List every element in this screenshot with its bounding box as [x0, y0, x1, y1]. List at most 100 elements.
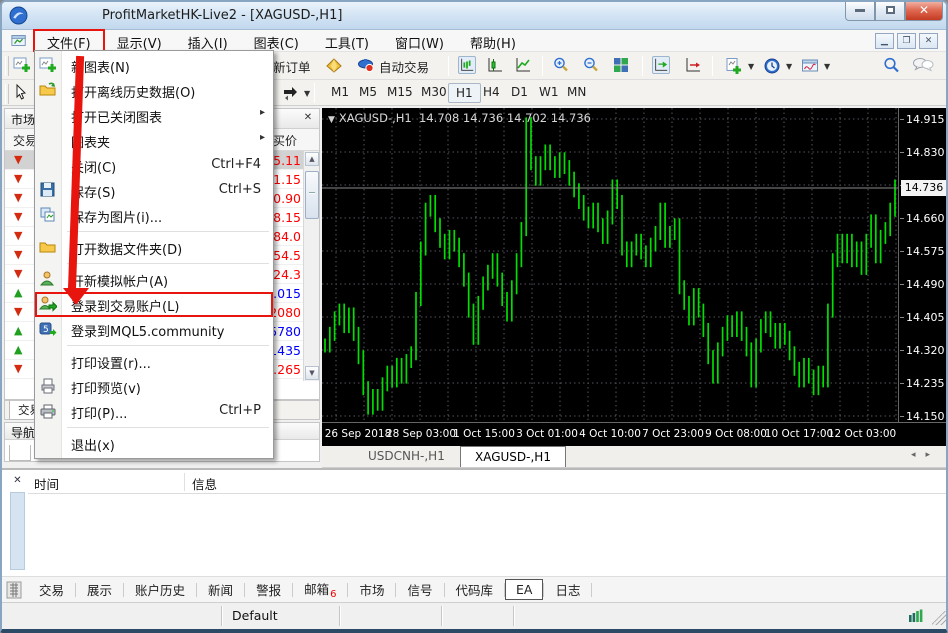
menu-item-4[interactable]: 图表(C): [241, 30, 312, 52]
market-watch-close-icon[interactable]: ✕: [301, 111, 315, 125]
zoom-in-icon[interactable]: [552, 56, 570, 74]
open-offline-icon: [39, 81, 57, 99]
close-button[interactable]: ✕: [905, 2, 943, 21]
mail-badge: 6: [330, 589, 336, 600]
save-picture-icon: [39, 206, 57, 224]
gold-nugget-icon[interactable]: [324, 56, 344, 76]
chat-icon[interactable]: [912, 56, 934, 74]
file-menu-item-2[interactable]: 打开离线历史数据(O): [35, 78, 273, 103]
file-menu-item-11[interactable]: 5登录到MQL5.community: [35, 317, 273, 342]
terminal-tab-1[interactable]: 展示: [76, 577, 123, 602]
annotation-arrowhead: [63, 288, 89, 305]
terminal-tab-0[interactable]: 交易: [28, 577, 75, 602]
terminal-tab-4[interactable]: 警报: [245, 577, 292, 602]
column-bid[interactable]: 买价: [273, 132, 297, 149]
file-menu-item-5[interactable]: 关闭(C)Ctrl+F4: [35, 153, 273, 178]
panel-grip-icon[interactable]: [6, 580, 22, 600]
terminal-panel: ✕ 时间 信息: [2, 468, 948, 576]
autotrading-button[interactable]: 自动交易: [354, 55, 432, 77]
terminal-tab-7[interactable]: 信号: [396, 577, 443, 602]
line-chart-mode-icon[interactable]: [514, 56, 532, 74]
submenu-arrow-icon: ▸: [260, 132, 265, 143]
mdi-minimize-button[interactable]: ▁: [875, 33, 894, 49]
scrollbar-thumb[interactable]: [305, 171, 319, 219]
chart-autoscroll-icon[interactable]: [652, 56, 670, 74]
chart-window-icon[interactable]: [10, 33, 28, 49]
terminal-tab-6[interactable]: 市场: [348, 577, 395, 602]
menu-item-7[interactable]: 帮助(H): [457, 30, 529, 52]
chart-shift-icon[interactable]: [684, 56, 702, 74]
mdi-close-button[interactable]: ✕: [919, 33, 938, 49]
mdi-restore-button[interactable]: ❐: [897, 33, 916, 49]
navigator-tab[interactable]: [9, 445, 31, 461]
file-menu-item-label: 打开离线历史数据(O): [71, 82, 195, 101]
indicators-dropdown[interactable]: ▼: [722, 55, 757, 77]
symbol-arrows-dropdown[interactable]: ▼: [278, 82, 313, 104]
column-message[interactable]: 信息: [192, 474, 217, 493]
timeframe-h4[interactable]: H4: [476, 83, 507, 103]
new-account-icon: [39, 270, 57, 288]
file-menu-item-12[interactable]: 打印设置(r)...: [35, 349, 273, 374]
column-time[interactable]: 时间: [34, 474, 59, 493]
arrow-down-icon: ▼: [14, 210, 22, 223]
file-menu-item-label: 打印预览(v): [71, 378, 141, 397]
tile-windows-icon[interactable]: [612, 56, 630, 74]
terminal-tab-10[interactable]: 日志: [544, 577, 591, 602]
terminal-tab-3[interactable]: 新闻: [197, 577, 244, 602]
menu-item-3[interactable]: 插入(I): [175, 30, 241, 52]
scroll-up-icon[interactable]: ▲: [305, 152, 319, 166]
search-icon[interactable]: [882, 56, 900, 74]
menu-shortcut: Ctrl+F4: [211, 157, 261, 172]
terminal-tab-8[interactable]: 代码库: [445, 577, 505, 602]
status-section: [340, 606, 442, 626]
templates-dropdown[interactable]: ▼: [798, 55, 833, 77]
cursor-tool-icon[interactable]: [12, 83, 30, 101]
scroll-down-icon[interactable]: ▼: [305, 366, 319, 380]
price-axis[interactable]: 14.91514.83014.74514.66014.57514.49014.4…: [898, 108, 948, 422]
print-preview-icon: [39, 377, 57, 395]
chart-tab-usdcnhh1[interactable]: USDCNH-,H1: [354, 446, 459, 467]
autotrading-label: 自动交易: [379, 57, 429, 76]
terminal-close-icon[interactable]: ✕: [10, 473, 25, 488]
arrow-down-icon: ▼: [14, 267, 22, 280]
arrow-up-icon: ▲: [14, 286, 22, 299]
chart-area[interactable]: ▼XAGUSD-,H1 14.708 14.736 14.702 14.736 …: [322, 108, 948, 446]
time-axis[interactable]: 26 Sep 201828 Sep 03:001 Oct 15:003 Oct …: [322, 422, 948, 446]
candlestick-mode-icon[interactable]: [486, 56, 504, 74]
chart-canvas[interactable]: [322, 108, 898, 422]
price-tick: 14.830: [906, 146, 948, 159]
file-menu-item-15[interactable]: 退出(x): [35, 431, 273, 456]
title-bar[interactable]: ProfitMarketHK-Live2 - [XAGUSD-,H1] ✕: [2, 2, 946, 30]
file-menu-item-3[interactable]: 打开已关闭图表▸: [35, 103, 273, 128]
terminal-tab-2[interactable]: 账户历史: [124, 577, 196, 602]
menu-item-2[interactable]: 显示(V): [104, 30, 175, 52]
timeframe-d1[interactable]: D1: [504, 83, 535, 103]
toolbar-grip[interactable]: [5, 84, 9, 104]
periods-clock-icon: [763, 57, 781, 75]
zoom-out-icon[interactable]: [582, 56, 600, 74]
file-menu-item-13[interactable]: 打印预览(v): [35, 374, 273, 399]
timeframe-mn[interactable]: MN: [560, 83, 593, 103]
arrow-down-icon: ▼: [14, 153, 22, 166]
market-watch-scrollbar[interactable]: ▲ ▼: [303, 151, 319, 381]
minimize-button[interactable]: [845, 2, 875, 21]
new-chart-toolbar-icon[interactable]: [13, 56, 31, 74]
restore-button[interactable]: [875, 2, 905, 21]
file-menu-item-4[interactable]: 图表夹▸: [35, 128, 273, 153]
terminal-tab-5[interactable]: 邮箱6: [293, 576, 347, 604]
terminal-side-strip[interactable]: [10, 492, 25, 570]
file-menu-item-1[interactable]: 新图表(N): [35, 53, 273, 78]
status-profile[interactable]: Default: [222, 606, 340, 626]
periods-dropdown[interactable]: ▼: [760, 55, 795, 77]
resize-grip[interactable]: [932, 611, 946, 625]
chart-tab-xagusdh1[interactable]: XAGUSD-,H1: [460, 446, 566, 467]
menu-item-1[interactable]: 文件(F): [34, 30, 104, 52]
menu-item-5[interactable]: 工具(T): [312, 30, 382, 52]
data-folder-icon: [39, 238, 57, 256]
toolbar-grip[interactable]: [5, 56, 9, 76]
terminal-tab-ea[interactable]: EA: [505, 579, 543, 600]
bar-chart-mode-icon[interactable]: [458, 56, 476, 74]
menu-item-6[interactable]: 窗口(W): [382, 30, 457, 52]
file-menu-item-14[interactable]: 打印(P)...Ctrl+P: [35, 399, 273, 424]
chart-tab-scroll-icons[interactable]: ◂▸: [911, 450, 940, 460]
